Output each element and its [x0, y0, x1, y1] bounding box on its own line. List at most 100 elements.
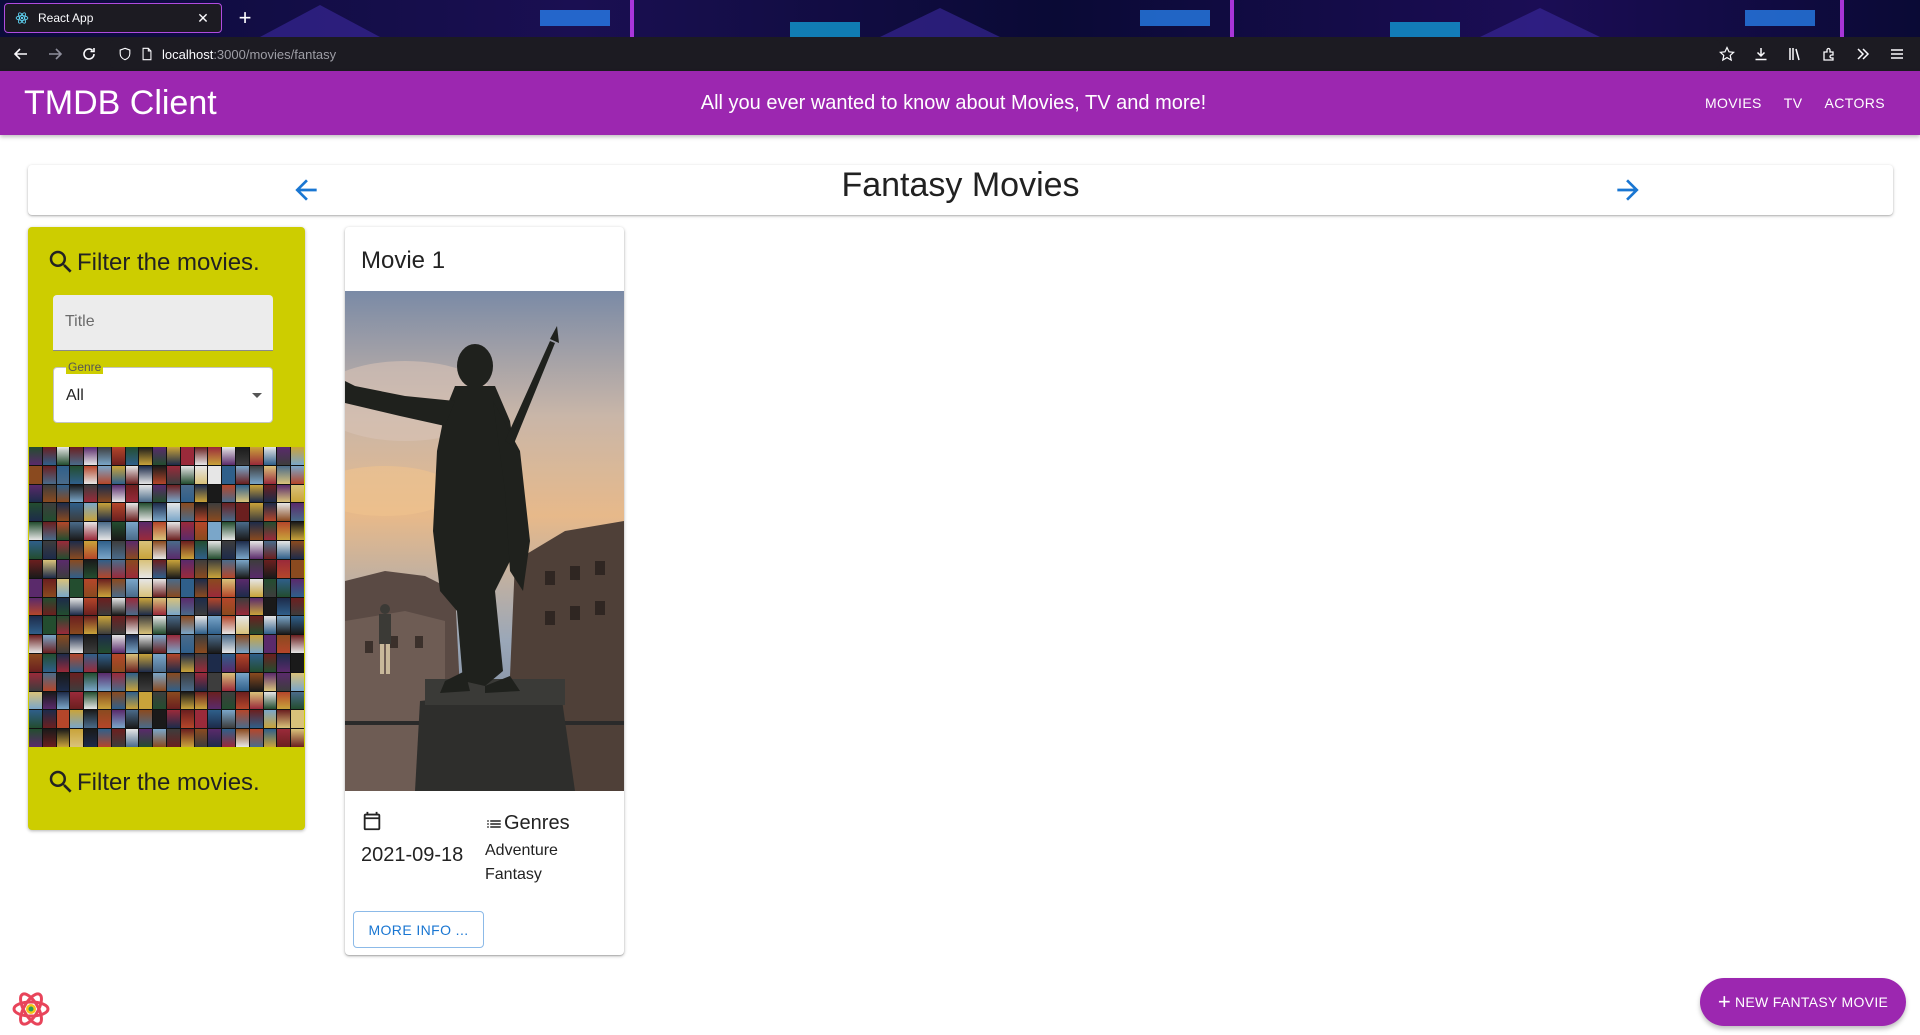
collage-poster-thumb — [98, 578, 111, 597]
collage-poster-thumb — [84, 484, 97, 503]
release-date: 2021-09-18 — [361, 844, 464, 866]
collage-poster-thumb — [222, 597, 235, 616]
collage-poster-thumb — [277, 672, 291, 691]
collage-poster-thumb — [291, 710, 304, 729]
collage-poster-thumb — [125, 541, 139, 559]
url-path: :3000/movies/fantasy — [213, 46, 337, 62]
collage-poster-thumb — [125, 691, 139, 710]
collage-poster-thumb — [263, 484, 277, 503]
collage-poster-thumb — [277, 597, 291, 616]
collage-poster-thumb — [208, 635, 222, 653]
collage-poster-thumb — [153, 597, 166, 616]
collage-poster-thumb — [56, 635, 70, 653]
collage-poster-thumb — [139, 447, 153, 465]
collage-poster-thumb — [263, 559, 277, 578]
collage-poster-thumb — [167, 559, 180, 578]
collage-poster-thumb — [98, 447, 111, 465]
collage-poster-thumb — [139, 503, 153, 522]
collage-poster-thumb — [249, 653, 263, 672]
collage-poster-thumb — [139, 484, 153, 503]
new-fantasy-movie-button[interactable]: + NEW FANTASY MOVIE — [1700, 978, 1906, 1026]
app-header: TMDB Client All you ever wanted to know … — [0, 71, 1920, 135]
collage-poster-thumb — [167, 635, 180, 653]
search-icon — [49, 250, 72, 273]
nav-actors-button[interactable]: ACTORS — [1814, 91, 1897, 115]
collage-poster-thumb — [29, 597, 42, 616]
collage-poster-thumb — [194, 484, 208, 503]
reload-icon[interactable] — [72, 39, 106, 69]
genre-select-label: Genre — [66, 360, 104, 374]
collage-poster-thumb — [180, 484, 194, 503]
collage-poster-thumb — [111, 653, 125, 672]
collage-poster-thumb — [84, 672, 97, 691]
arrow-forward-icon[interactable] — [1612, 174, 1644, 206]
collage-poster-thumb — [167, 465, 180, 484]
back-icon[interactable] — [4, 39, 38, 69]
page-icon — [142, 47, 152, 61]
collage-poster-thumb — [56, 616, 70, 635]
collage-poster-thumb — [84, 578, 97, 597]
collage-poster-thumb — [277, 465, 291, 484]
collage-poster-thumb — [167, 522, 180, 541]
collage-poster-thumb — [208, 503, 222, 522]
collage-poster-thumb — [222, 522, 235, 541]
browser-tab[interactable]: React App ✕ — [4, 3, 222, 33]
collage-poster-thumb — [263, 710, 277, 729]
collage-poster-thumb — [98, 691, 111, 710]
collage-poster-thumb — [180, 465, 194, 484]
collage-poster-thumb — [194, 465, 208, 484]
collage-poster-thumb — [111, 559, 125, 578]
collage-poster-thumb — [236, 541, 249, 559]
filter-heading: Filter the movies. — [46, 247, 260, 277]
collage-poster-thumb — [277, 691, 291, 710]
collage-poster-thumb — [291, 616, 304, 635]
collage-poster-thumb — [98, 559, 111, 578]
react-query-devtools-icon[interactable] — [10, 988, 52, 1030]
collage-poster-thumb — [111, 465, 125, 484]
genres-heading-text: Genres — [504, 812, 570, 834]
collage-poster-thumb — [29, 447, 42, 465]
collage-poster-thumb — [42, 616, 56, 635]
nav-movies-button[interactable]: MOVIES — [1694, 91, 1773, 115]
collage-poster-thumb — [153, 541, 166, 559]
bookmark-star-icon[interactable] — [1710, 39, 1744, 69]
collage-poster-thumb — [222, 653, 235, 672]
collage-poster-thumb — [70, 710, 84, 729]
title-filter-placeholder: Title — [65, 313, 95, 330]
collage-poster-thumb — [249, 447, 263, 465]
collage-poster-thumb — [291, 691, 304, 710]
collage-poster-thumb — [194, 729, 208, 747]
collage-poster-thumb — [125, 503, 139, 522]
download-icon[interactable] — [1744, 39, 1778, 69]
new-tab-icon[interactable]: + — [232, 5, 258, 31]
collage-poster-thumb — [249, 503, 263, 522]
collage-poster-thumb — [98, 653, 111, 672]
tab-close-icon[interactable]: ✕ — [195, 10, 211, 27]
extensions-icon[interactable] — [1812, 39, 1846, 69]
nav-tv-button[interactable]: TV — [1773, 91, 1814, 115]
collage-poster-thumb — [111, 672, 125, 691]
collage-poster-thumb — [111, 447, 125, 465]
collage-poster-thumb — [167, 578, 180, 597]
more-info-button[interactable]: MORE INFO ... — [353, 911, 484, 948]
genre-select[interactable]: Genre All — [53, 360, 273, 423]
forward-icon[interactable] — [38, 39, 72, 69]
collage-poster-thumb — [167, 691, 180, 710]
overflow-chevrons-icon[interactable] — [1846, 39, 1880, 69]
shield-icon[interactable] — [118, 47, 132, 61]
collage-poster-thumb — [84, 597, 97, 616]
collage-poster-thumb — [277, 559, 291, 578]
main-nav: MOVIES TV ACTORS — [1694, 91, 1896, 115]
collage-poster-thumb — [277, 447, 291, 465]
collage-poster-thumb — [180, 578, 194, 597]
collage-poster-thumb — [111, 541, 125, 559]
collage-poster-thumb — [236, 447, 249, 465]
url-bar[interactable]: localhost:3000/movies/fantasy — [110, 40, 1720, 68]
collage-poster-thumb — [70, 522, 84, 541]
movie-poster[interactable] — [345, 291, 624, 791]
collage-poster-thumb — [263, 522, 277, 541]
title-filter-input[interactable]: Title — [53, 295, 273, 351]
collage-poster-thumb — [208, 559, 222, 578]
library-icon[interactable] — [1778, 39, 1812, 69]
app-menu-icon[interactable] — [1880, 39, 1914, 69]
